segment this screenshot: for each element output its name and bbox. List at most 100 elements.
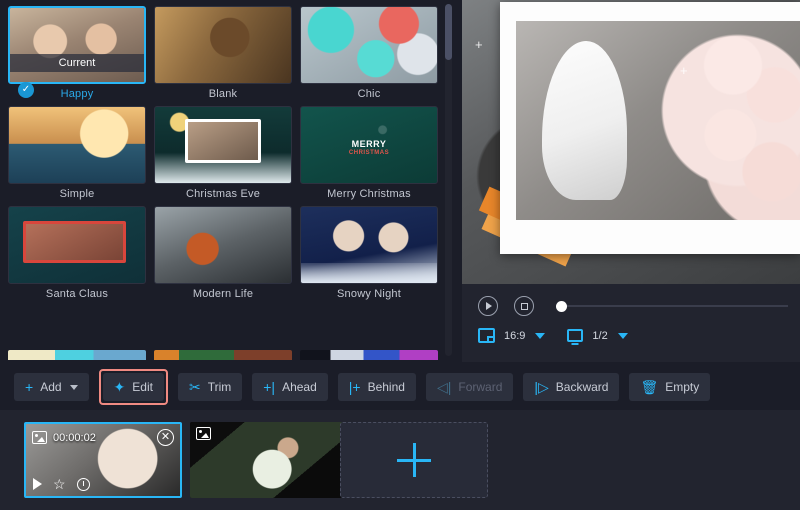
template-thumbnail[interactable] [154, 206, 292, 284]
screen-icon [567, 329, 583, 342]
template-thumbnail[interactable] [154, 6, 292, 84]
aspect-ratio-icon [478, 328, 495, 343]
plus-icon [397, 443, 431, 477]
template-thumbnail[interactable] [300, 6, 438, 84]
template-browser-panel: Current ✓ Happy Blank Chic [0, 0, 460, 362]
image-icon [32, 431, 47, 444]
aspect-ratio-chevron-down-icon[interactable] [535, 333, 545, 339]
editor-toolbar: + Add ✦ Edit ✂ Trim +| Ahead |+ Behind ◁… [0, 364, 800, 410]
scrollbar-thumb[interactable] [445, 4, 452, 60]
empty-button[interactable]: 🗑 Empty [629, 373, 710, 401]
backward-button-label: Backward [556, 380, 609, 394]
template-artwork [155, 207, 291, 283]
template-artwork: MERRY CHRISTMAS [301, 107, 437, 183]
template-item-simple[interactable]: Simple [8, 106, 154, 200]
overlay-main-text: MERRY [352, 139, 387, 149]
template-item-partial[interactable] [300, 350, 446, 360]
scrubber-handle[interactable] [556, 301, 567, 312]
zoom-level-value: 1/2 [592, 330, 607, 342]
template-item-modern-life[interactable]: Modern Life [154, 206, 300, 300]
scrubber-track[interactable] [556, 305, 788, 307]
photo-roses-subject [681, 29, 800, 212]
clip-actions: ☆ [33, 477, 90, 491]
template-artwork [9, 207, 145, 283]
template-item-partial[interactable] [8, 350, 154, 360]
play-button[interactable] [478, 296, 498, 316]
plus-icon: + [25, 380, 33, 394]
move-forward-icon: ◁| [437, 380, 451, 394]
video-editor-window: Current ✓ Happy Blank Chic [0, 0, 800, 510]
template-thumbnail[interactable] [8, 206, 146, 284]
template-item-snowy-night[interactable]: Snowy Night [300, 206, 446, 300]
preview-settings-row: 16:9 1/2 [478, 328, 650, 343]
current-template-badge: Current [10, 54, 144, 72]
template-grid: Current ✓ Happy Blank Chic [8, 6, 448, 306]
clip-play-icon[interactable] [33, 478, 42, 490]
template-item-christmas-eve[interactable]: Christmas Eve [154, 106, 300, 200]
behind-button[interactable]: |+ Behind [338, 373, 416, 401]
template-thumbnail[interactable] [300, 350, 438, 360]
template-artwork [301, 207, 437, 283]
template-item-happy[interactable]: Current ✓ Happy [8, 6, 154, 100]
template-artwork [9, 107, 145, 183]
ahead-button[interactable]: +| Ahead [252, 373, 328, 401]
template-thumbnail[interactable] [154, 106, 292, 184]
behind-button-label: Behind [368, 380, 405, 394]
template-item-partial[interactable] [154, 350, 300, 360]
template-label: Blank [154, 88, 292, 100]
zoom-level-chevron-down-icon[interactable] [618, 333, 628, 339]
clip-effects-star-icon[interactable]: ☆ [53, 477, 66, 491]
template-item-chic[interactable]: Chic [300, 6, 446, 100]
move-backward-icon: |▷ [534, 380, 548, 394]
timeline-panel: 00:00:02 ✕ ☆ [0, 410, 800, 510]
aspect-ratio-value: 16:9 [504, 330, 525, 342]
timeline-clip[interactable]: 00:00:02 ✕ ☆ [24, 422, 182, 498]
trim-button[interactable]: ✂ Trim [178, 373, 242, 401]
timeline-clip[interactable] [190, 422, 348, 498]
playback-scrubber[interactable] [556, 300, 788, 312]
preview-stage[interactable]: + + [462, 0, 800, 284]
template-row-partial [8, 350, 448, 360]
image-icon [196, 427, 211, 440]
crosshair-marker-icon: + [475, 38, 483, 51]
edit-button-label: Edit [132, 380, 153, 394]
scissors-icon: ✂ [189, 380, 201, 394]
template-item-blank[interactable]: Blank [154, 6, 300, 100]
template-label: Chic [300, 88, 438, 100]
template-thumbnail[interactable] [8, 350, 146, 360]
selected-check-icon: ✓ [18, 82, 34, 98]
template-item-merry-christmas[interactable]: MERRY CHRISTMAS Merry Christmas [300, 106, 446, 200]
stop-icon [521, 303, 528, 310]
backward-button[interactable]: |▷ Backward [523, 373, 619, 401]
template-thumbnail[interactable] [300, 206, 438, 284]
forward-button[interactable]: ◁| Forward [426, 373, 513, 401]
template-item-santa-claus[interactable]: Santa Claus [8, 206, 154, 300]
template-snow-overlay [301, 263, 437, 283]
template-label: Santa Claus [8, 288, 146, 300]
clip-duration-clock-icon[interactable] [77, 478, 90, 491]
playback-controls-row [478, 296, 788, 316]
trim-button-label: Trim [208, 380, 232, 394]
template-label: Christmas Eve [154, 188, 292, 200]
template-artwork [301, 7, 437, 83]
add-button[interactable]: + Add [14, 373, 89, 401]
template-label: Simple [8, 188, 146, 200]
forward-button-label: Forward [458, 380, 502, 394]
photo-shoe-subject [542, 41, 627, 200]
trash-icon: 🗑 [640, 380, 658, 394]
template-thumbnail[interactable] [154, 350, 292, 360]
template-thumbnail[interactable] [8, 106, 146, 184]
template-inner-frame [23, 221, 126, 264]
chevron-down-icon[interactable] [70, 385, 78, 390]
clip-duration: 00:00:02 [53, 432, 96, 444]
template-thumbnail[interactable]: Current [8, 6, 146, 84]
template-label: Snowy Night [300, 288, 438, 300]
add-clip-placeholder[interactable] [340, 422, 488, 498]
template-scrollbar[interactable] [445, 4, 452, 356]
stop-button[interactable] [514, 296, 534, 316]
template-inner-frame [185, 119, 261, 163]
clip-close-icon[interactable]: ✕ [157, 429, 174, 446]
template-thumbnail[interactable]: MERRY CHRISTMAS [300, 106, 438, 184]
edit-button-highlight: ✦ Edit [99, 369, 168, 405]
edit-button[interactable]: ✦ Edit [103, 373, 164, 401]
